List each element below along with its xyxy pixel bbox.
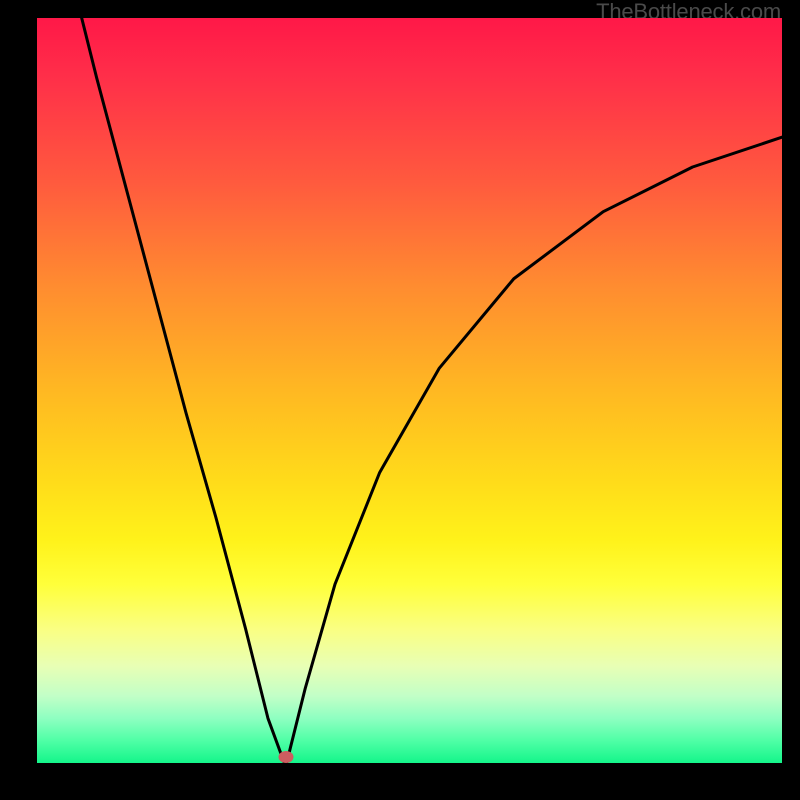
optimum-marker-icon [278,751,293,763]
chart-frame: TheBottleneck.com [0,0,800,800]
plot-area [37,18,782,763]
bottleneck-curve [37,18,782,763]
